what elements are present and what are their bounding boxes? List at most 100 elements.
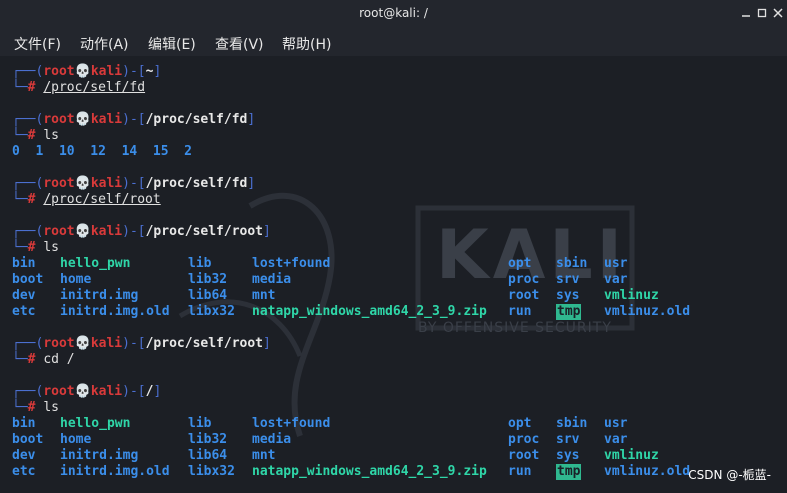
listing-entry: media [252,432,292,447]
listing-entry: initrd.img [60,288,139,303]
listing-entry: natapp_windows_amd64_2_3_9.zip [252,304,487,319]
listing-entry: proc [508,272,540,287]
menu-bar: 文件(F) 动作(A) 编辑(E) 查看(V) 帮助(H) [0,28,787,56]
menu-file[interactable]: 文件(F) [14,34,61,54]
listing-entry: libx32 [188,304,235,319]
listing-entry: mnt [252,448,276,463]
minimize-icon[interactable] [739,6,753,20]
listing-entry: initrd.img.old [60,304,170,319]
fd-listing: 0 1 10 12 14 15 2 [12,144,193,159]
listing-entry: hello_pwn [60,256,131,271]
listing-entry: etc [12,464,36,479]
terminal-output[interactable]: ┌──(root💀kali)-[~] └─# /proc/self/fd ┌──(r… [0,56,787,493]
listing-entry: dev [12,288,36,303]
skull-icon: 💀 [74,64,91,79]
terminal-window: root@kali: / 文件(F) 动作(A) 编辑(E) 查看(V) 帮助(… [0,0,787,493]
listing-entry: dev [12,448,36,463]
prompt-frame: ] [153,384,162,399]
prompt-host: kali [90,112,123,127]
prompt-line: ┌──(root💀kali)-[/proc/self/root] [12,336,271,352]
command-text: /proc/self/fd [43,80,146,95]
listing-entry: sys [556,448,580,463]
prompt-frame: ┌──( [12,64,44,79]
command-line: └─# /proc/self/fd [12,80,145,96]
prompt-line: ┌──(root💀kali)-[/proc/self/root] [12,224,271,240]
prompt-frame: ┌──( [12,176,44,191]
prompt-host: kali [90,224,123,239]
prompt-frame: └─ [12,352,28,367]
listing-entry: run [508,464,532,479]
listing-entry: proc [508,432,540,447]
listing-entry: lost+found [252,416,331,431]
listing-entry: srv [556,272,580,287]
listing-entry: bin [12,416,36,431]
command-line: └─# /proc/self/root [12,192,161,208]
listing-entry: boot [12,272,44,287]
listing-entry: vmlinuz.old [604,464,691,479]
listing-entry: opt [508,256,532,271]
listing-entry: lib32 [188,272,228,287]
listing-entry: home [60,272,92,287]
listing-entry: sbin [556,256,588,271]
prompt-user: root [43,176,75,191]
prompt-line: ┌──(root💀kali)-[/proc/self/fd] [12,112,255,128]
skull-icon: 💀 [74,384,91,399]
listing-entry: vmlinuz [604,448,659,463]
listing-entry: mnt [252,288,276,303]
prompt-line: ┌──(root💀kali)-[~] [12,64,161,80]
listing-entry: var [604,272,628,287]
listing-entry: run [508,304,532,319]
listing-entry: usr [604,416,628,431]
prompt-frame: ┌──( [12,112,44,127]
close-icon[interactable] [771,6,785,20]
command-text: ls [43,400,59,415]
prompt-host: kali [90,336,123,351]
window-title: root@kali: / [359,6,428,20]
prompt-frame: ┌──( [12,336,44,351]
command-text: ls [43,240,59,255]
listing-entry: sys [556,288,580,303]
menu-help[interactable]: 帮助(H) [282,34,331,54]
prompt-frame: ] [153,64,162,79]
listing-entry: hello_pwn [60,416,131,431]
listing-entry: libx32 [188,464,235,479]
listing-entry: lib [188,256,212,271]
prompt-frame: └─ [12,80,28,95]
skull-icon: 💀 [74,176,91,191]
prompt-frame: )-[ [122,112,146,127]
prompt-host: kali [90,384,123,399]
listing-entry: vmlinuz.old [604,304,691,319]
menu-view[interactable]: 查看(V) [215,34,264,54]
listing-entry: tmp [556,464,582,480]
prompt-host: kali [90,64,123,79]
listing-entry: etc [12,304,36,319]
prompt-frame: └─ [12,400,28,415]
prompt-frame: )-[ [122,64,146,79]
prompt-host: kali [90,176,123,191]
menu-edit[interactable]: 编辑(E) [148,34,196,54]
listing-entry: boot [12,432,44,447]
listing-entry: home [60,432,92,447]
listing-entry: lib [188,416,212,431]
skull-icon: 💀 [74,224,91,239]
prompt-frame: ┌──( [12,384,44,399]
menu-action[interactable]: 动作(A) [80,34,129,54]
command-line: └─# ls [12,400,59,416]
listing-entry: initrd.img.old [60,464,170,479]
listing-entry: tmp [556,304,582,320]
listing-entry: lib64 [188,448,228,463]
title-bar: root@kali: / [0,0,787,28]
listing-entry: opt [508,416,532,431]
listing-entry: srv [556,432,580,447]
listing-entry: natapp_windows_amd64_2_3_9.zip [252,464,487,479]
prompt-user: root [43,224,75,239]
prompt-frame: └─ [12,240,28,255]
prompt-frame: ┌──( [12,224,44,239]
maximize-icon[interactable] [755,6,769,20]
prompt-path: /proc/self/fd [145,112,248,127]
listing-entry: lost+found [252,256,331,271]
skull-icon: 💀 [74,336,91,351]
command-line: └─# ls [12,240,59,256]
csdn-watermark: CSDN @-栀蓝- [688,468,771,482]
prompt-frame: ] [247,176,256,191]
